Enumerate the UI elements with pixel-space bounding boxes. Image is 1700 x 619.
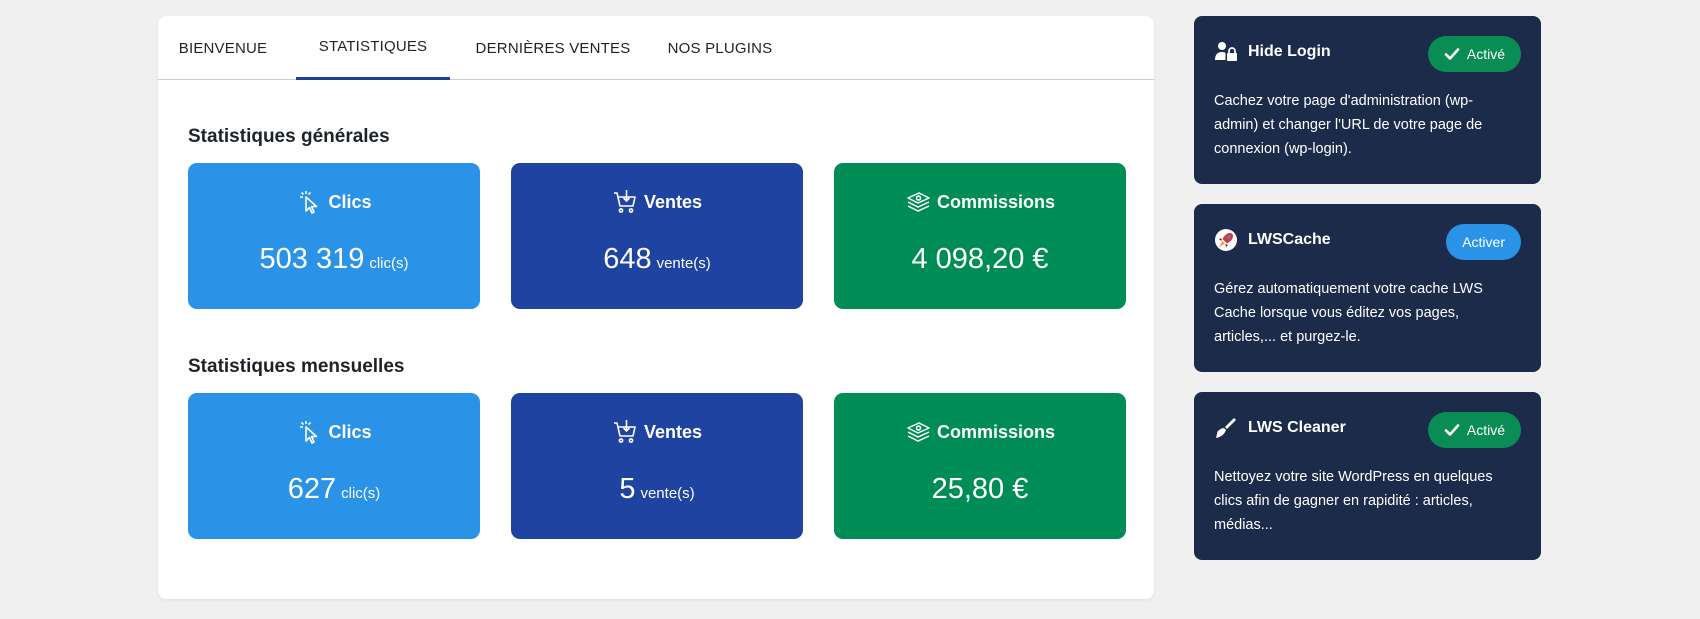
tab-bar: BIENVENUE STATISTIQUES DERNIÈRES VENTES … — [158, 16, 1154, 80]
activated-button[interactable]: Activé — [1427, 36, 1521, 72]
money-stack-icon — [907, 192, 930, 212]
tab-bienvenue[interactable]: BIENVENUE — [158, 16, 288, 80]
commissions-value: 25,80 € — [931, 473, 1029, 505]
ventes-label: Ventes — [643, 191, 703, 212]
plugin-description: Nettoyez votre site WordPress en quelque… — [1214, 469, 1493, 533]
ventes-label: Ventes — [643, 421, 703, 442]
plugin-description: Gérez automatiquement votre cache LWS Ca… — [1214, 281, 1483, 345]
monthly-ventes-card: Ventes 5 vente(s) — [511, 393, 803, 539]
general-clics-card: Clics 503 319 clic(s) — [188, 163, 480, 309]
general-stats-title: Statistiques générales — [188, 126, 390, 147]
clics-unit: clic(s) — [341, 485, 381, 502]
plugin-name: LWS Cleaner — [1248, 419, 1346, 436]
general-commissions-card: Commissions 4 098,20 € — [834, 163, 1126, 309]
ventes-value: 5 — [619, 473, 636, 505]
monthly-commissions-card: Commissions 25,80 € — [834, 393, 1126, 539]
monthly-clics-card: Clics 627 clic(s) — [188, 393, 480, 539]
clics-label: Clics — [328, 191, 372, 212]
statistics-panel: BIENVENUE STATISTIQUES DERNIÈRES VENTES … — [158, 16, 1154, 599]
ventes-unit: vente(s) — [640, 485, 695, 502]
plugin-name: Hide Login — [1248, 43, 1331, 60]
tab-statistiques[interactable]: STATISTIQUES — [296, 16, 450, 80]
plugin-card-lwscache: LWSCache Activer Gérez automatiquement v… — [1194, 204, 1541, 372]
clics-label: Clics — [328, 421, 372, 442]
status-label: Activé — [1466, 422, 1505, 438]
broom-icon — [1216, 418, 1236, 438]
general-ventes-card: Ventes 648 vente(s) — [511, 163, 803, 309]
plugin-card-lws-cleaner: LWS Cleaner Activé Nettoyez votre site W… — [1194, 392, 1541, 560]
plugin-name: LWSCache — [1248, 231, 1331, 248]
clics-unit: clic(s) — [369, 255, 409, 272]
monthly-stats-title: Statistiques mensuelles — [188, 356, 405, 377]
plugin-card-hide-login: Hide Login Activé Cachez votre page d'ad… — [1194, 16, 1541, 184]
commissions-label: Commissions — [936, 191, 1056, 212]
tab-nos-plugins[interactable]: NOS PLUGINS — [648, 16, 792, 80]
ventes-value: 648 — [603, 243, 652, 275]
pointer-click-icon — [300, 421, 318, 444]
check-icon — [1444, 424, 1460, 436]
cart-download-icon — [613, 420, 636, 443]
cart-download-icon — [613, 190, 636, 213]
status-label: Activé — [1466, 46, 1505, 62]
ventes-unit: vente(s) — [656, 255, 711, 272]
tab-dernieres-ventes[interactable]: DERNIÈRES VENTES — [468, 16, 638, 80]
rocket-icon — [1215, 229, 1237, 251]
commissions-value: 4 098,20 € — [911, 243, 1049, 275]
money-stack-icon — [907, 422, 930, 442]
clics-value: 627 — [287, 473, 337, 505]
user-lock-icon — [1215, 42, 1237, 61]
clics-value: 503 319 — [259, 243, 365, 275]
activated-button[interactable]: Activé — [1427, 412, 1521, 448]
check-icon — [1444, 48, 1460, 60]
plugin-description: Cachez votre page d'administration (wp-a… — [1214, 93, 1483, 157]
activate-button[interactable]: Activer — [1446, 224, 1521, 260]
pointer-click-icon — [300, 191, 318, 214]
commissions-label: Commissions — [936, 421, 1056, 442]
status-label: Activer — [1462, 234, 1505, 250]
